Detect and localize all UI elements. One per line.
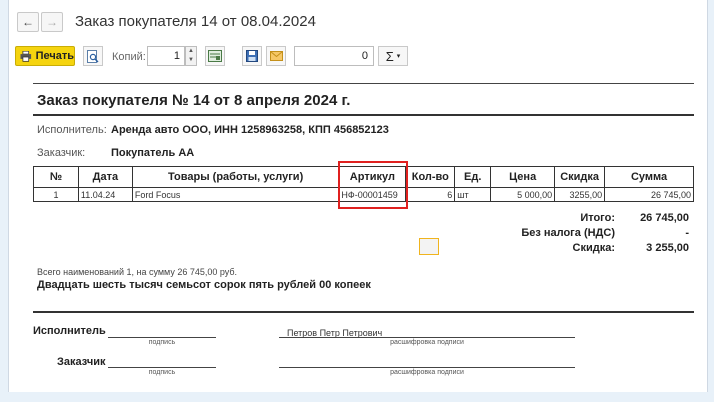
column-header: Цена	[490, 166, 556, 188]
dropdown-arrow-icon: ▾	[396, 53, 401, 60]
customer-signature-label: Заказчик	[57, 356, 106, 368]
items-count-line: Всего наименований 1, на сумму 26 745,00…	[37, 267, 238, 277]
title-divider	[33, 114, 694, 116]
decode-caption: расшифровка подписи	[390, 369, 464, 376]
executor-signature-label: Исполнитель	[33, 325, 106, 337]
customer-decode-line	[279, 367, 575, 368]
table-cell: шт	[454, 187, 492, 202]
save-button[interactable]	[242, 46, 262, 66]
copies-spinner[interactable]: ▲ ▼	[185, 46, 197, 66]
document-title: Заказ покупателя № 14 от 8 апреля 2024 г…	[37, 92, 351, 109]
customer-label: Заказчик:	[37, 147, 86, 159]
discount-label: Скидка:	[572, 242, 615, 254]
preview-icon	[87, 49, 99, 63]
email-icon	[269, 51, 283, 61]
print-button[interactable]: Печать	[15, 46, 75, 66]
decode-caption: расшифровка подписи	[390, 339, 464, 346]
print-settings-icon	[208, 50, 222, 62]
executor-value: Аренда авто ООО, ИНН 1258963258, КПП 456…	[111, 124, 389, 136]
forward-button[interactable]: →	[41, 12, 63, 32]
selected-cell[interactable]	[419, 238, 439, 255]
article-column-highlight	[338, 161, 408, 209]
forward-arrow-icon: →	[46, 15, 58, 29]
column-header: Ед.	[454, 166, 492, 188]
email-button[interactable]	[266, 46, 286, 66]
spinner-down-icon[interactable]: ▼	[186, 56, 196, 65]
copies-label: Копий:	[112, 51, 146, 63]
top-divider	[33, 83, 694, 84]
table-cell: 3255,00	[554, 187, 606, 202]
column-header: №	[33, 166, 79, 188]
executor-signature-line	[108, 337, 216, 338]
column-header: Кол-во	[405, 166, 456, 188]
document-window: ← → Заказ покупателя 14 от 08.04.2024 Пе…	[8, 0, 708, 392]
customer-value: Покупатель АА	[111, 147, 195, 159]
sigma-icon: Σ	[385, 48, 394, 64]
table-cell: 6	[405, 187, 456, 202]
table-cell: 26 745,00	[604, 187, 694, 202]
column-header: Товары (работы, услуги)	[131, 166, 340, 188]
discount-value: 3 255,00	[646, 242, 689, 254]
printer-icon	[20, 50, 32, 62]
spinner-up-icon[interactable]: ▲	[186, 47, 196, 56]
signature-divider	[33, 311, 694, 313]
printed-document: Заказ покупателя № 14 от 8 апреля 2024 г…	[23, 74, 694, 392]
total-label: Итого:	[580, 212, 615, 224]
window-title: Заказ покупателя 14 от 08.04.2024	[75, 13, 316, 30]
sum-field[interactable]: 0	[294, 46, 374, 66]
back-arrow-icon: ←	[22, 15, 34, 29]
executor-label: Исполнитель:	[37, 124, 107, 136]
table-cell: 1	[33, 187, 79, 202]
executor-decode-line	[279, 337, 575, 338]
vat-value: -	[685, 227, 689, 239]
total-value: 26 745,00	[640, 212, 689, 224]
signature-caption: подпись	[148, 339, 176, 346]
column-header: Сумма	[604, 166, 694, 188]
amount-in-words: Двадцать шесть тысяч семьсот сорок пять …	[37, 279, 371, 291]
title-bar: ← → Заказ покупателя 14 от 08.04.2024	[9, 0, 707, 40]
table-cell: 11.04.24	[77, 187, 133, 202]
sigma-menu-button[interactable]: Σ ▾	[378, 46, 408, 66]
back-button[interactable]: ←	[17, 12, 39, 32]
print-button-label: Печать	[35, 50, 74, 62]
copies-input[interactable]: 1	[147, 46, 185, 66]
print-settings-button[interactable]	[205, 46, 225, 66]
customer-signature-line	[108, 367, 216, 368]
column-header: Скидка	[554, 166, 606, 188]
vat-label: Без налога (НДС)	[521, 227, 615, 239]
toolbar: Печать Копий: 1 ▲ ▼ 0 Σ ▾	[9, 44, 707, 70]
table-cell: 5 000,00	[490, 187, 556, 202]
save-icon	[246, 50, 258, 62]
preview-button[interactable]	[83, 46, 103, 66]
signature-caption: подпись	[148, 369, 176, 376]
column-header: Дата	[77, 166, 133, 188]
table-cell: Ford Focus	[131, 187, 340, 202]
